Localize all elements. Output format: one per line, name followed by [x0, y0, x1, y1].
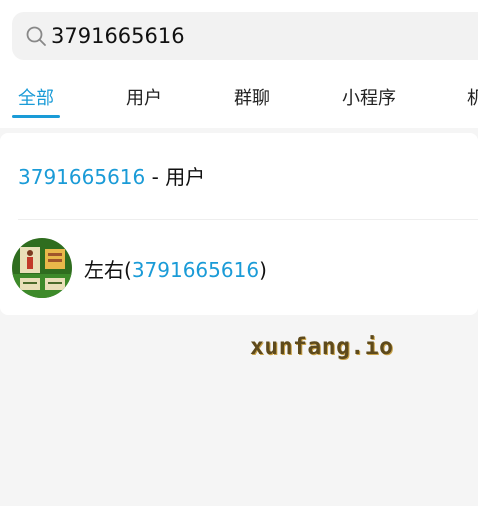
search-input[interactable] — [51, 12, 471, 60]
divider — [18, 219, 478, 220]
user-name-text: 左右(3791665616) — [84, 254, 267, 283]
tab-groups[interactable]: 群聊 — [234, 84, 270, 110]
search-results: 3791665616 - 用户 左右(3791665616) — [0, 133, 478, 315]
tab-users[interactable]: 用户 — [126, 84, 162, 110]
open-paren: ( — [124, 258, 132, 282]
user-result-item[interactable]: 左右(3791665616) — [0, 237, 478, 299]
search-tabs: 全部 用户 群聊 小程序 机 — [0, 80, 478, 120]
close-paren: ) — [259, 258, 267, 282]
section-header: 3791665616 - 用户 — [18, 161, 205, 190]
tab-more[interactable]: 机 — [467, 84, 478, 110]
tab-all[interactable]: 全部 — [18, 84, 54, 110]
section-category: 用户 — [165, 165, 206, 189]
section-separator: - — [145, 165, 166, 189]
tab-mini-programs[interactable]: 小程序 — [342, 84, 396, 110]
avatar-image — [12, 238, 72, 298]
section-query: 3791665616 — [18, 165, 146, 189]
user-id: 3791665616 — [131, 258, 260, 282]
user-avatar[interactable] — [12, 238, 72, 298]
search-bar[interactable] — [12, 12, 478, 60]
search-header: 全部 用户 群聊 小程序 机 — [0, 0, 478, 128]
search-icon — [26, 26, 46, 46]
user-nickname: 左右 — [84, 258, 124, 282]
active-tab-indicator — [12, 115, 60, 118]
watermark-text: xunfang.io — [250, 334, 394, 360]
